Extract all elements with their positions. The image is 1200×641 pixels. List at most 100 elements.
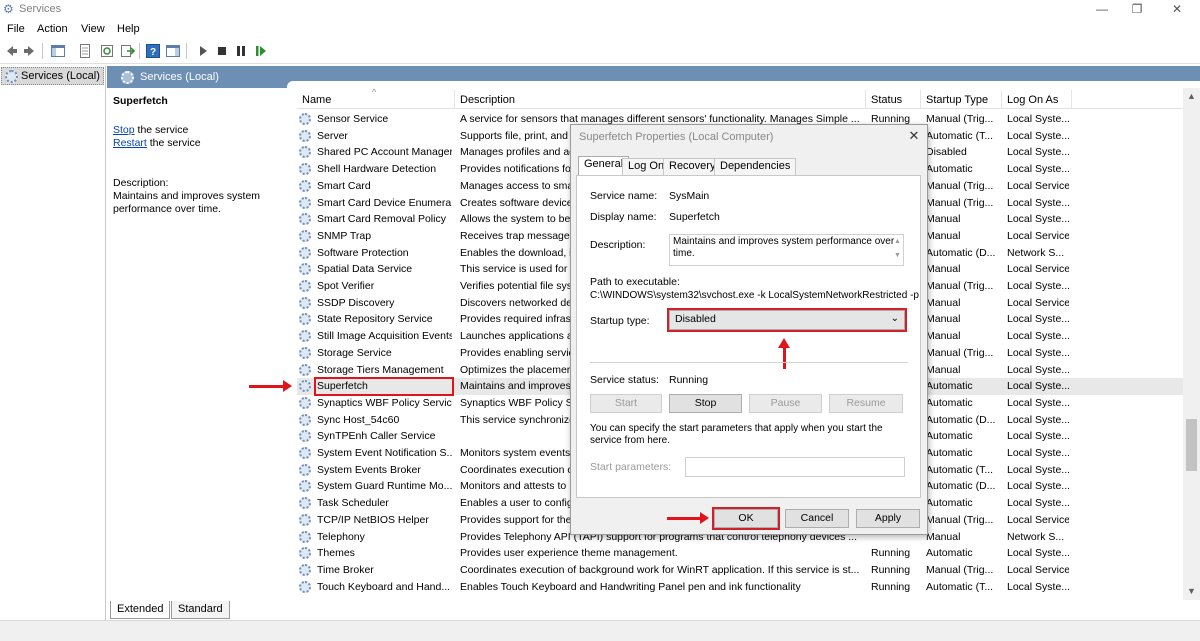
service-name-value: SysMain	[669, 190, 710, 202]
startup-type-select[interactable]: Disabled ⌄	[667, 308, 907, 332]
row-service-name: State Repository Service	[317, 313, 433, 326]
stop-service-suffix: the service	[134, 124, 189, 136]
start-params-hint: You can specify the start parameters tha…	[590, 423, 883, 446]
description-scroll-icon[interactable]: ▲ ▼	[892, 235, 903, 265]
start-params-label: Start parameters:	[590, 461, 672, 473]
row-service-log-on-as: Local Service	[1007, 229, 1069, 242]
ok-button[interactable]: OK	[712, 507, 780, 530]
scrollbar-thumb[interactable]	[1186, 419, 1197, 471]
apply-button[interactable]: Apply	[856, 509, 920, 528]
cancel-button[interactable]: Cancel	[785, 509, 849, 528]
tab-recovery[interactable]: Recovery	[663, 158, 722, 175]
toolbar-separator	[186, 43, 187, 59]
services-app-icon: ⚙	[3, 2, 14, 16]
properties-sheet-icon[interactable]	[77, 43, 93, 59]
column-header-status[interactable]: Status	[871, 94, 902, 106]
export-list-icon[interactable]	[119, 43, 135, 59]
chevron-down-icon: ⌄	[890, 313, 899, 324]
row-service-startup-type: Manual (Trig...	[926, 563, 994, 576]
row-service-log-on-as: Local Syste...	[1007, 463, 1069, 476]
row-service-log-on-as: Local Syste...	[1007, 413, 1069, 426]
start-service-icon[interactable]	[195, 43, 211, 59]
table-row[interactable]: Time Broker Coordinates execution of back…	[297, 562, 1187, 579]
menu-file[interactable]: File	[7, 23, 25, 35]
column-separator[interactable]	[1001, 90, 1002, 109]
table-row[interactable]: Touch Keyboard and Hand... Enables Touch …	[297, 579, 1187, 596]
tab-dependencies[interactable]: Dependencies	[714, 158, 797, 175]
scroll-up-arrow-icon[interactable]: ▲	[1183, 88, 1200, 105]
column-separator[interactable]	[454, 90, 455, 109]
sort-ascending-icon: ^	[372, 87, 377, 97]
menu-view[interactable]: View	[81, 23, 105, 35]
row-service-startup-type: Automatic (T...	[926, 463, 994, 476]
stop-button[interactable]: Stop	[669, 394, 742, 413]
service-gear-icon	[299, 463, 311, 476]
status-bar	[0, 620, 1200, 641]
tree-node-services-local[interactable]: Services (Local)	[1, 67, 104, 85]
row-service-description: Enables Touch Keyboard and Handwriting P…	[460, 580, 801, 593]
row-service-log-on-as: Local Syste...	[1007, 129, 1069, 142]
stop-service-link[interactable]: Stop	[113, 124, 135, 136]
row-service-startup-type: Manual (Trig...	[926, 113, 994, 125]
row-service-log-on-as: Local Syste...	[1007, 280, 1069, 292]
column-separator[interactable]	[865, 90, 866, 109]
stop-service-icon[interactable]	[214, 43, 230, 59]
row-service-name: Telephony	[317, 530, 365, 543]
dialog-close-icon[interactable]: ✕	[905, 128, 923, 144]
restart-service-link[interactable]: Restart	[113, 137, 147, 149]
row-service-startup-type: Manual (Trig...	[926, 280, 994, 292]
start-params-input[interactable]	[685, 457, 905, 477]
menu-help[interactable]: Help	[117, 23, 140, 35]
row-service-log-on-as: Local Service	[1007, 296, 1069, 309]
service-gear-icon	[299, 413, 311, 426]
row-service-name: Task Scheduler	[317, 497, 389, 510]
restart-service-icon[interactable]	[253, 43, 269, 59]
row-service-log-on-as: Local Syste...	[1007, 213, 1069, 226]
pause-button[interactable]: Pause	[749, 394, 822, 413]
column-header-startup-type[interactable]: Startup Type	[926, 94, 988, 106]
row-service-startup-type: Manual	[926, 213, 961, 226]
tab-standard[interactable]: Standard	[171, 601, 230, 619]
vertical-scrollbar[interactable]: ▲ ▼	[1183, 88, 1200, 600]
scroll-down-arrow-icon[interactable]: ▼	[1183, 583, 1200, 600]
column-header-description[interactable]: Description	[460, 94, 515, 106]
column-separator[interactable]	[920, 90, 921, 109]
row-service-startup-type: Automatic	[926, 497, 973, 510]
row-service-startup-type: Manual	[926, 530, 961, 543]
refresh-list-icon[interactable]	[99, 43, 115, 59]
row-service-name: Shared PC Account Manager	[317, 146, 452, 159]
show-hide-console-tree-icon[interactable]	[50, 43, 66, 59]
table-row[interactable]: Themes Provides user experience theme man…	[297, 545, 1187, 562]
row-service-name: SSDP Discovery	[317, 296, 395, 309]
row-service-log-on-as: Local Syste...	[1007, 396, 1069, 409]
dialog-description-box[interactable]: Maintains and improves system performanc…	[669, 234, 904, 266]
show-action-pane-icon[interactable]	[165, 43, 181, 59]
row-service-name: Smart Card Device Enumera...	[317, 196, 452, 209]
help-icon[interactable]: ?	[145, 43, 161, 59]
minimize-button[interactable]: —	[1085, 0, 1119, 20]
column-separator[interactable]	[1071, 90, 1072, 109]
maximize-button[interactable]: ❐	[1120, 0, 1154, 20]
row-service-startup-type: Manual	[926, 330, 961, 343]
menu-action[interactable]: Action	[37, 23, 68, 35]
forward-icon[interactable]	[22, 43, 38, 59]
row-service-name: Software Protection	[317, 246, 409, 259]
service-gear-icon	[299, 330, 311, 343]
start-button[interactable]: Start	[590, 394, 662, 413]
resume-button[interactable]: Resume	[829, 394, 903, 413]
close-button[interactable]: ✕	[1160, 0, 1194, 20]
services-list-header: Name ^ Description Status Startup Type L…	[297, 87, 1187, 109]
column-header-name[interactable]: Name	[302, 94, 331, 106]
path-label: Path to executable:	[590, 276, 680, 288]
back-icon[interactable]	[3, 43, 19, 59]
row-service-startup-type: Manual	[926, 229, 961, 242]
row-service-log-on-as: Local Syste...	[1007, 580, 1069, 593]
column-header-log-on-as[interactable]: Log On As	[1007, 94, 1058, 106]
display-name-value: Superfetch	[669, 211, 720, 223]
tab-extended[interactable]: Extended	[110, 601, 171, 619]
row-service-name: Storage Service	[317, 346, 392, 359]
services-gear-icon	[121, 71, 134, 84]
path-value: C:\WINDOWS\system32\svchost.exe -k Local…	[590, 290, 919, 301]
display-name-label: Display name:	[590, 211, 657, 223]
pause-service-icon[interactable]	[233, 43, 249, 59]
